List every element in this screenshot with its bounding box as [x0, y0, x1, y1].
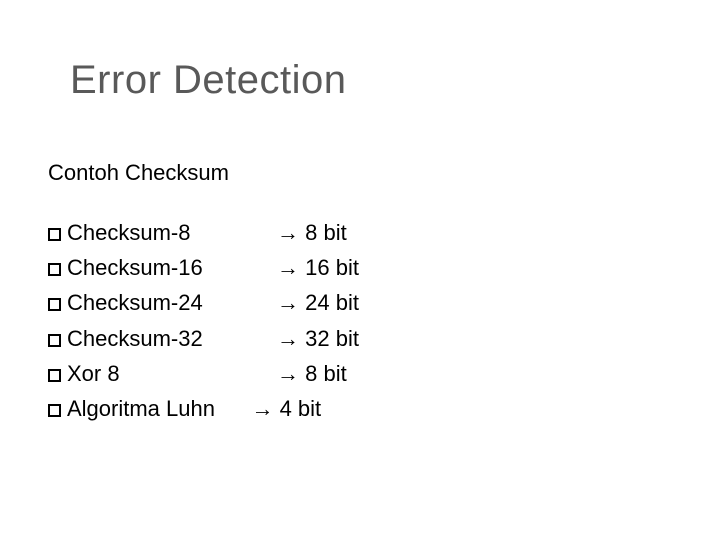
list-item: Xor 8 → 8 bit — [48, 356, 359, 391]
item-name: Checksum-24 — [67, 285, 277, 320]
list-item: Algoritma Luhn → 4 bit — [48, 391, 359, 426]
square-bullet-icon — [48, 404, 61, 417]
slide: Error Detection Contoh Checksum Checksum… — [0, 0, 720, 540]
item-name: Checksum-16 — [67, 250, 277, 285]
arrow-icon: → — [277, 285, 299, 320]
square-bullet-icon — [48, 263, 61, 276]
list-item: Checksum-24 → 24 bit — [48, 285, 359, 320]
item-value: 16 bit — [305, 250, 359, 285]
list-item: Checksum-8 → 8 bit — [48, 215, 359, 250]
item-name: Xor 8 — [67, 356, 277, 391]
list-item: Checksum-32 → 32 bit — [48, 321, 359, 356]
square-bullet-icon — [48, 369, 61, 382]
item-value: 8 bit — [305, 215, 347, 250]
square-bullet-icon — [48, 298, 61, 311]
list-item: Checksum-16 → 16 bit — [48, 250, 359, 285]
arrow-icon: → — [251, 391, 273, 426]
slide-subtitle: Contoh Checksum — [48, 160, 229, 186]
item-name: Checksum-32 — [67, 321, 277, 356]
arrow-icon: → — [277, 215, 299, 250]
checksum-list: Checksum-8 → 8 bit Checksum-16 → 16 bit … — [48, 215, 359, 426]
item-name: Checksum-8 — [67, 215, 277, 250]
item-value: 4 bit — [280, 391, 322, 426]
item-value: 32 bit — [305, 321, 359, 356]
arrow-icon: → — [277, 321, 299, 356]
item-value: 24 bit — [305, 285, 359, 320]
item-value: 8 bit — [305, 356, 347, 391]
square-bullet-icon — [48, 334, 61, 347]
square-bullet-icon — [48, 228, 61, 241]
arrow-icon: → — [277, 356, 299, 391]
item-name: Algoritma Luhn — [67, 391, 227, 426]
slide-title: Error Detection — [70, 58, 346, 103]
arrow-icon: → — [277, 250, 299, 285]
